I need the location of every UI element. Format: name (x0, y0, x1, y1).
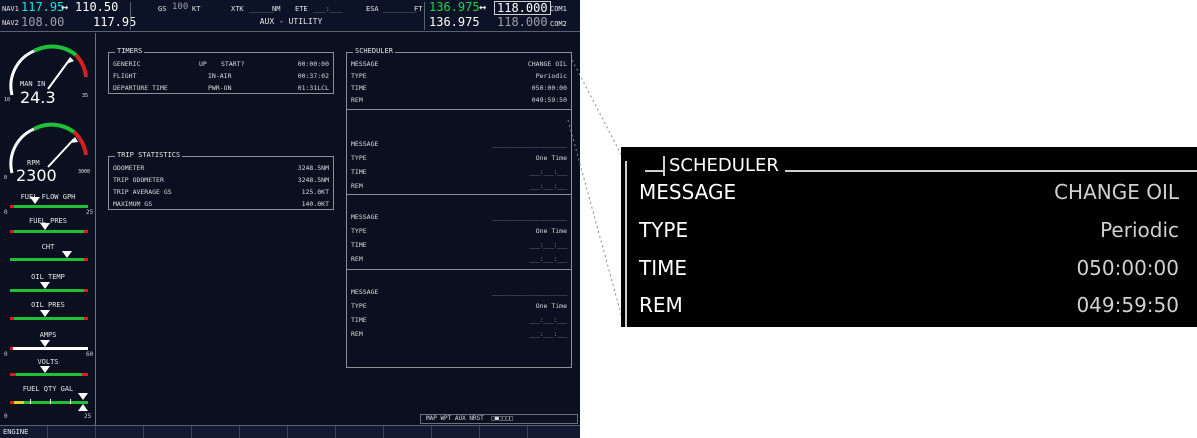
inset-field-value: Periodic (1100, 218, 1179, 242)
inset-scheduler-title: SCHEDULER (663, 156, 785, 176)
inset-type-row: TYPE Periodic (639, 214, 1179, 246)
inset-border (625, 161, 627, 327)
inset-title-corner (645, 170, 661, 172)
inset-field-label: REM (639, 293, 683, 317)
inset-message-row: MESSAGE CHANGE OIL (639, 176, 1179, 208)
inset-field-value: 049:59:50 (1076, 293, 1179, 317)
inset-field-value: CHANGE OIL (1054, 180, 1179, 204)
inset-field-label: TYPE (639, 218, 689, 242)
inset-time-row: TIME 050:00:00 (639, 252, 1179, 284)
inset-rem-row: REM 049:59:50 (639, 289, 1179, 321)
inset-title-bar: SCHEDULER (645, 156, 1197, 178)
inset-field-value: 050:00:00 (1076, 256, 1179, 280)
inset-field-label: TIME (639, 256, 688, 280)
inset-field-label: MESSAGE (639, 180, 737, 204)
scheduler-zoom-inset: SCHEDULER MESSAGE CHANGE OIL TYPE Period… (621, 147, 1197, 327)
